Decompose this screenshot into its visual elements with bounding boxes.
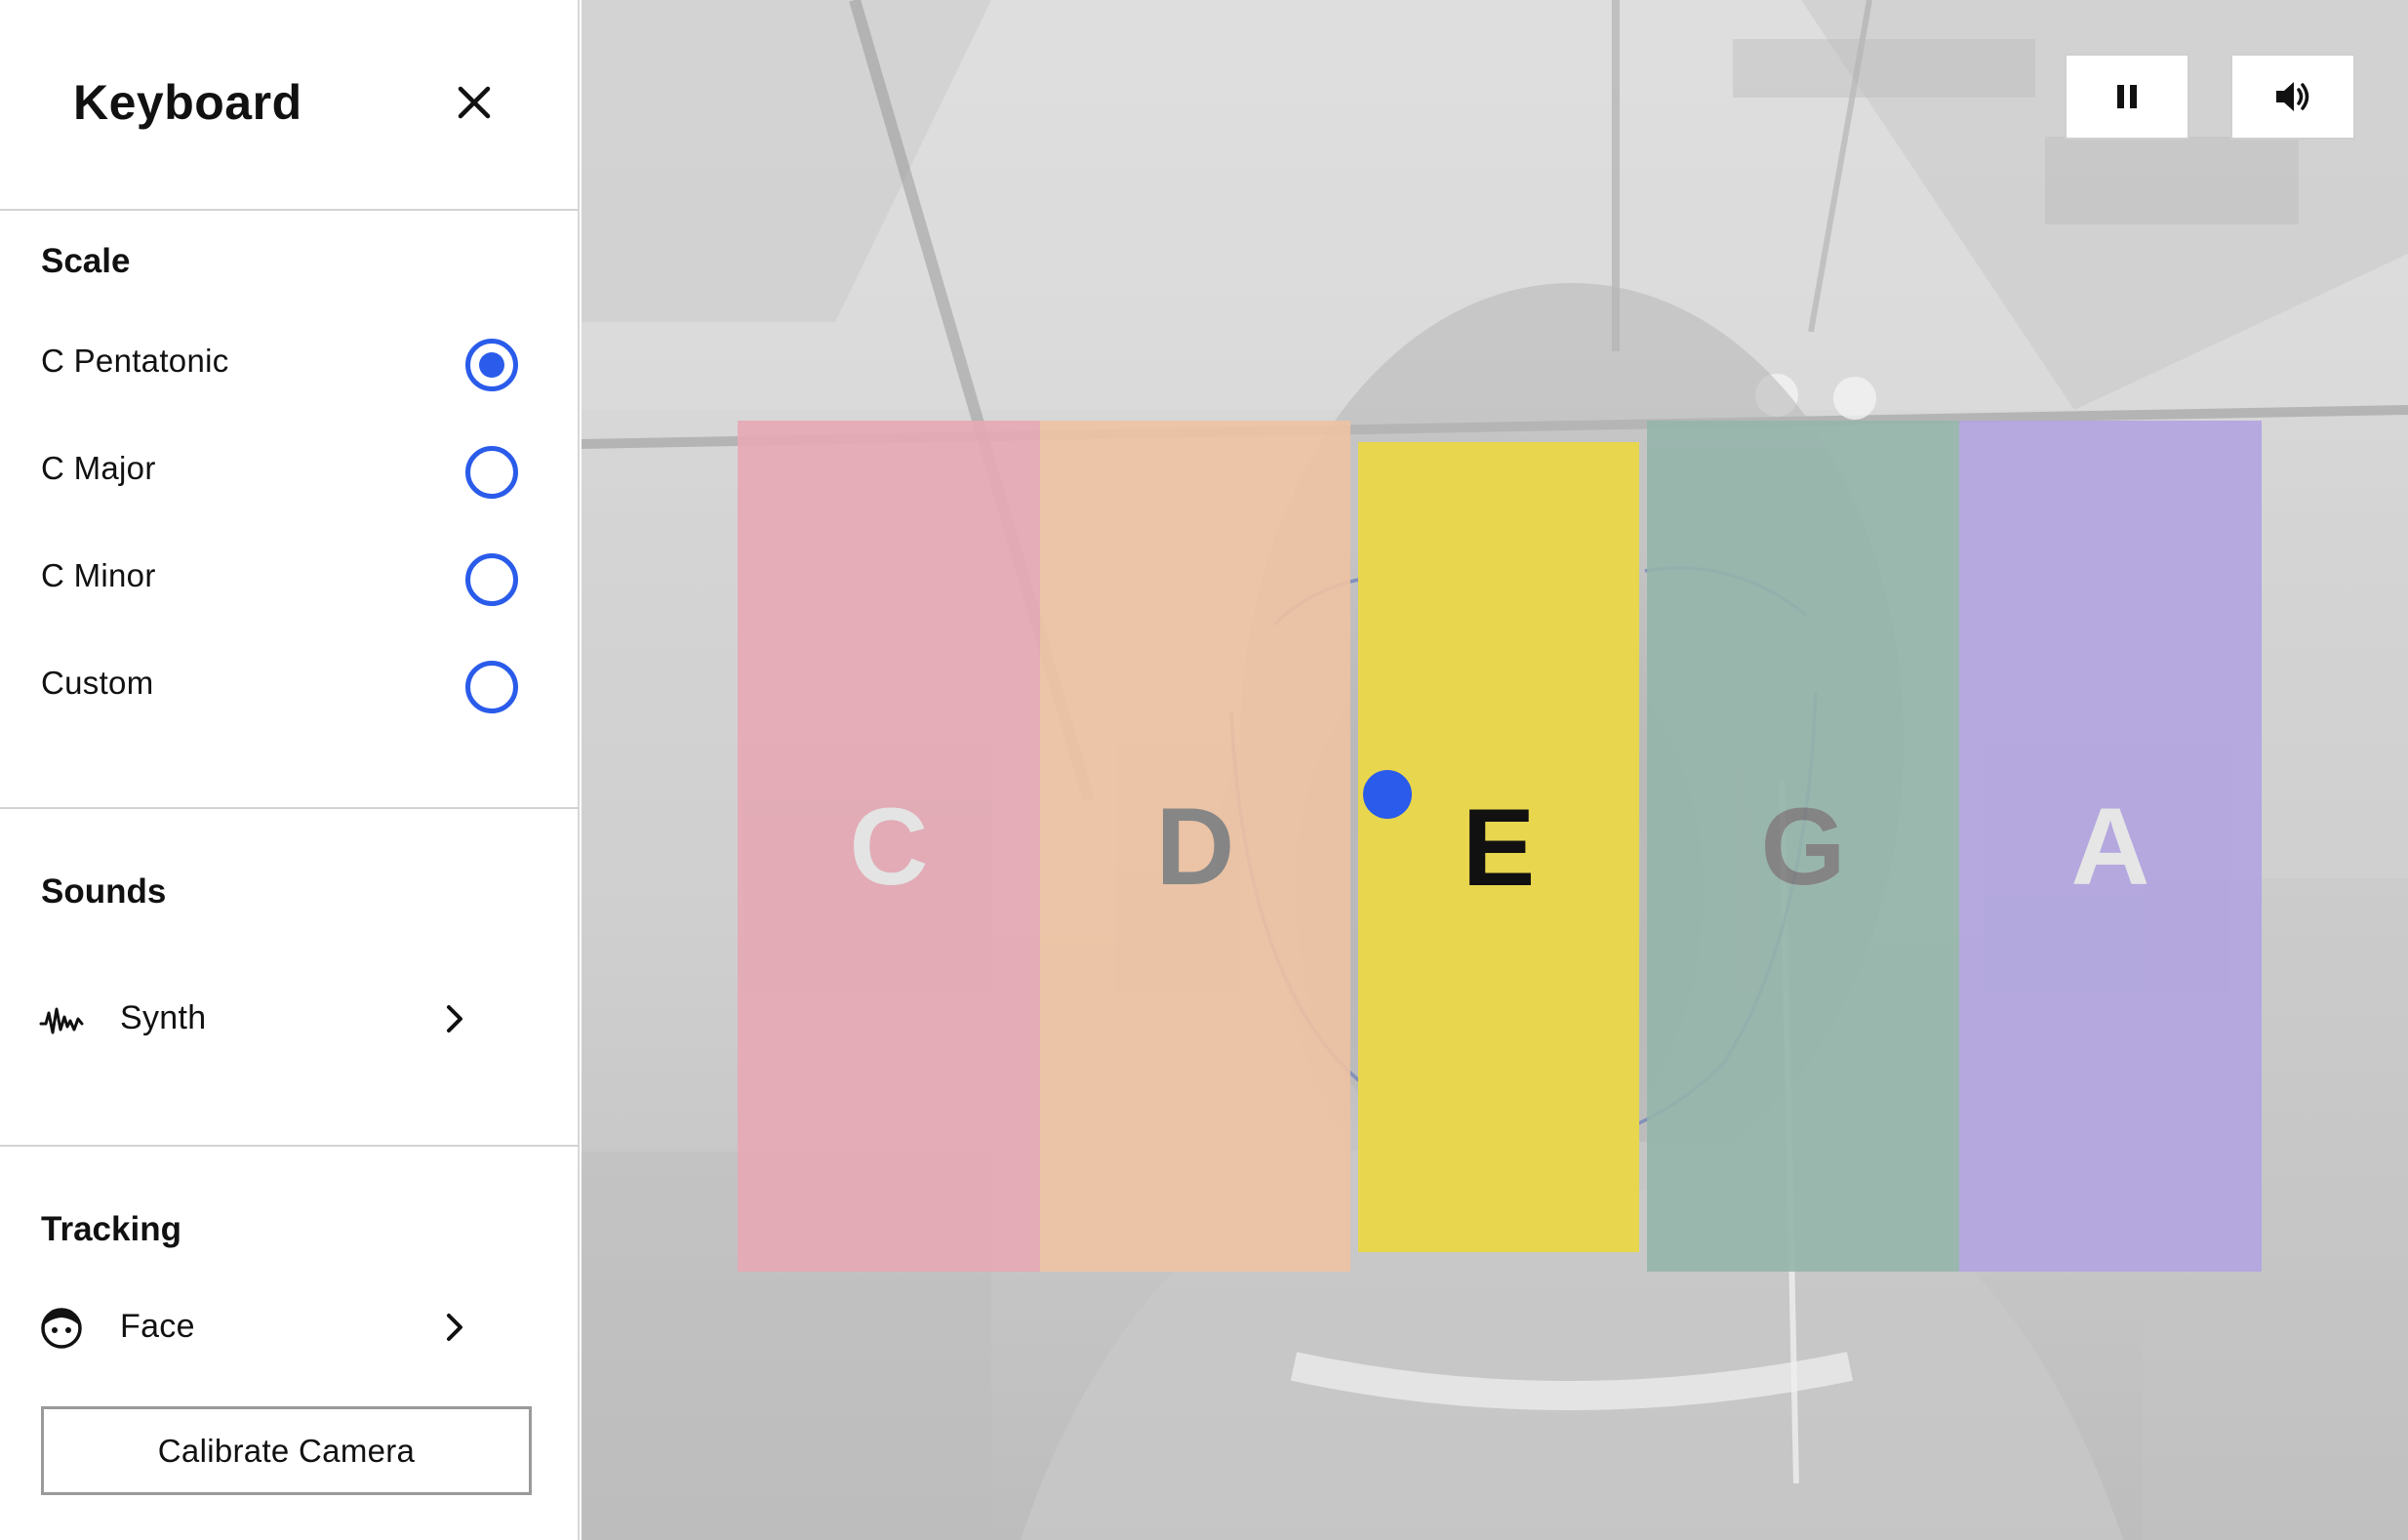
close-button[interactable] xyxy=(450,78,499,127)
camera-view: C D E G A xyxy=(582,0,2408,1540)
key-note-label: E xyxy=(1462,786,1536,909)
volume-button[interactable] xyxy=(2230,54,2355,140)
chevron-right-icon xyxy=(447,1314,462,1341)
sounds-heading: Sounds xyxy=(41,872,167,911)
section-divider xyxy=(0,807,580,809)
scale-option-c-pentatonic[interactable]: C Pentatonic xyxy=(0,321,580,409)
face-icon xyxy=(41,1308,82,1349)
scale-option-label: Custom xyxy=(41,665,154,701)
key-c[interactable]: C xyxy=(738,421,1040,1272)
tracking-heading: Tracking xyxy=(41,1210,181,1248)
panel-header: Keyboard xyxy=(0,0,580,211)
key-note-label: C xyxy=(849,785,929,908)
scale-option-label: C Major xyxy=(41,450,156,486)
key-d[interactable]: D xyxy=(1040,421,1350,1272)
scale-option-c-major[interactable]: C Major xyxy=(0,428,580,516)
settings-panel: Keyboard Scale C Pentatonic C Major C Mi… xyxy=(0,0,580,1540)
radio-button[interactable] xyxy=(465,661,518,713)
key-e[interactable]: E xyxy=(1358,442,1639,1252)
pause-button[interactable] xyxy=(2065,54,2189,140)
section-divider xyxy=(0,1145,580,1147)
radio-button-selected[interactable] xyxy=(465,339,518,391)
radio-button[interactable] xyxy=(465,553,518,606)
key-note-label: G xyxy=(1760,785,1846,908)
scale-option-c-minor[interactable]: C Minor xyxy=(0,536,580,624)
key-g[interactable]: G xyxy=(1647,421,1959,1272)
sound-synth-row[interactable]: Synth xyxy=(0,980,580,1058)
scale-heading: Scale xyxy=(41,242,131,280)
radio-dot xyxy=(479,352,504,378)
waveform-icon xyxy=(39,1007,84,1034)
key-a[interactable]: A xyxy=(1959,421,2262,1272)
pause-icon xyxy=(2117,85,2137,108)
panel-title: Keyboard xyxy=(73,75,302,130)
scale-option-custom[interactable]: Custom xyxy=(0,643,580,731)
volume-icon xyxy=(2276,82,2309,111)
scale-option-label: C Pentatonic xyxy=(41,343,229,379)
chevron-right-icon xyxy=(447,1005,462,1033)
close-icon xyxy=(458,86,491,119)
radio-button[interactable] xyxy=(465,446,518,499)
calibrate-camera-button[interactable]: Calibrate Camera xyxy=(41,1406,532,1495)
sound-label: Synth xyxy=(120,999,207,1036)
key-note-label: D xyxy=(1155,785,1235,908)
scale-option-label: C Minor xyxy=(41,557,156,593)
tracking-label: Face xyxy=(120,1308,195,1345)
tracking-face-row[interactable]: Face xyxy=(0,1288,580,1366)
key-note-label: A xyxy=(2070,785,2150,908)
face-tracker-dot xyxy=(1363,770,1412,819)
